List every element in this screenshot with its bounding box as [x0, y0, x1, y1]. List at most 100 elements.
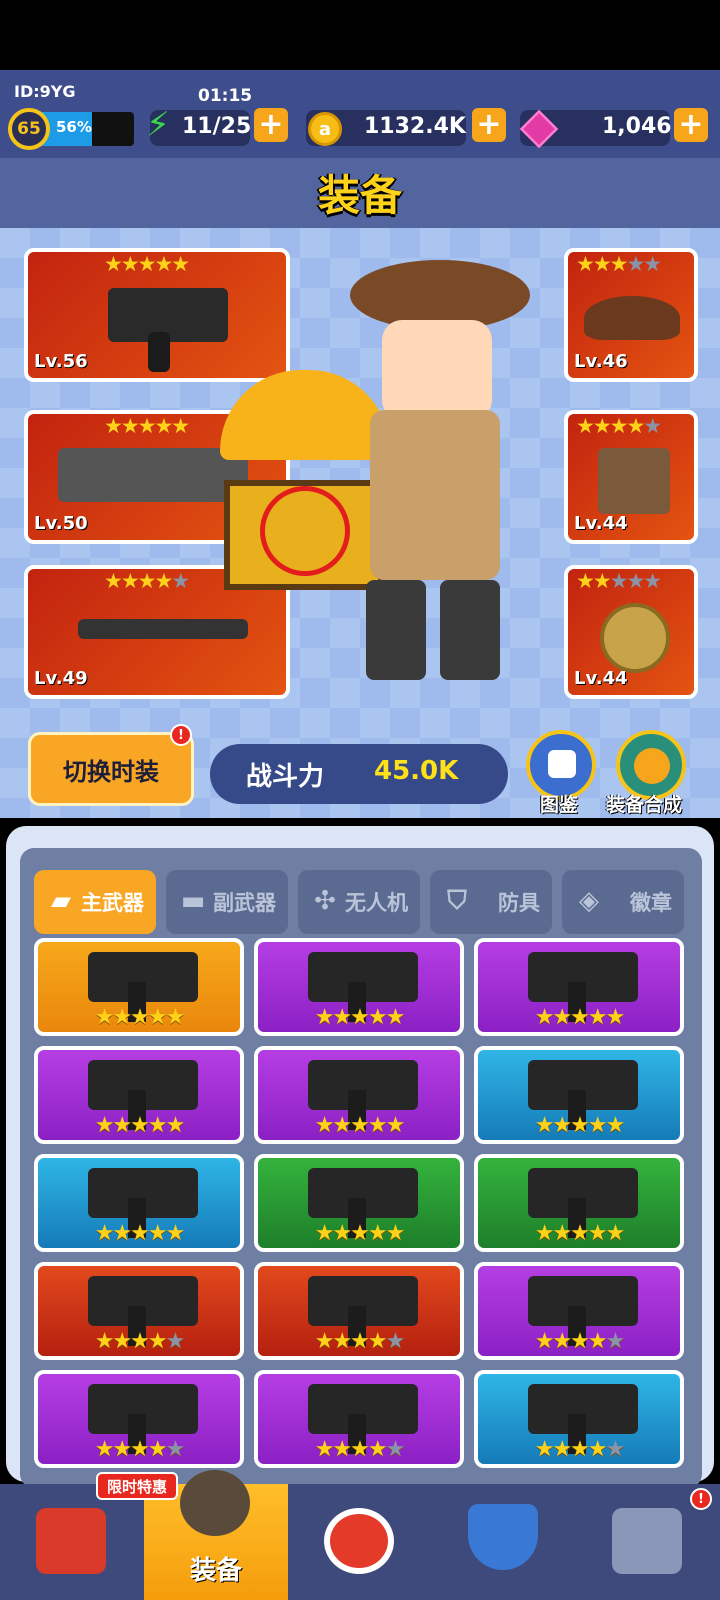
inventory-item[interactable]: ★★★★★	[474, 1262, 684, 1360]
inventory-item[interactable]: ★★★★★	[254, 1262, 464, 1360]
inventory-item[interactable]: ★★★★★	[474, 1046, 684, 1144]
weapon-icon	[528, 952, 638, 1022]
weapon-icon	[308, 1060, 418, 1130]
slot-stars: ★★★★★	[576, 252, 662, 276]
nav-shop[interactable]	[0, 1484, 144, 1600]
nav-rank[interactable]	[432, 1484, 576, 1600]
tab-drone[interactable]: ✣ 无人机	[298, 870, 420, 934]
inventory-item[interactable]: ★★★★★	[474, 1154, 684, 1252]
item-stars: ★★★★★	[534, 1329, 626, 1354]
tab-label: 副武器	[213, 891, 276, 915]
codex-icon	[548, 750, 576, 778]
character-face-icon	[382, 320, 492, 420]
slot-level: Lv.44	[574, 513, 628, 534]
item-stars: ★★★★★	[314, 1221, 406, 1246]
item-stars: ★★★★★	[534, 1221, 626, 1246]
slot-stars: ★★★★★	[104, 414, 190, 438]
slot-level: Lv.44	[574, 668, 628, 689]
arsenal-alert-badge: !	[690, 1488, 712, 1510]
item-stars: ★★★★★	[534, 1113, 626, 1138]
switch-outfit-button[interactable]: 切换时装	[28, 732, 194, 806]
coin-icon: a	[308, 112, 342, 146]
energy-timer: 01:15	[198, 86, 253, 106]
tab-label: 防具	[498, 891, 540, 915]
slot-armor[interactable]: ★★★★★ Lv.44	[564, 410, 698, 544]
inventory-item[interactable]: ★★★★★	[254, 1046, 464, 1144]
character-preview[interactable]	[220, 250, 560, 690]
slot-level: Lv.50	[34, 513, 88, 534]
player-level[interactable]: 65	[8, 108, 50, 150]
codex-label: 图鉴	[540, 794, 579, 816]
hat-icon	[584, 296, 680, 340]
add-gem-button[interactable]: +	[674, 108, 708, 142]
item-stars: ★★★★★	[314, 1005, 406, 1030]
inventory-item[interactable]: ★★★★★	[254, 1154, 464, 1252]
medal-icon: ◈	[579, 886, 599, 916]
tab-secondary-weapon[interactable]: ▬ 副武器	[166, 870, 288, 934]
weapon-icon	[308, 952, 418, 1022]
weapon-icon	[528, 1384, 638, 1454]
weapon-icon	[308, 1276, 418, 1346]
item-stars: ★★★★★	[314, 1329, 406, 1354]
target-icon	[324, 1508, 394, 1574]
shop-icon	[36, 1508, 106, 1574]
add-coin-button[interactable]: +	[472, 108, 506, 142]
shield-icon: ⛉	[447, 886, 467, 916]
promo-badge[interactable]: 限时特惠	[96, 1472, 178, 1500]
inventory-item[interactable]: ★★★★★	[254, 1370, 464, 1468]
slot-stars: ★★★★★	[576, 569, 662, 593]
weapon-icon	[528, 1060, 638, 1130]
energy-icon: ⚡	[146, 105, 170, 145]
inventory-item[interactable]: ★★★★★	[34, 1046, 244, 1144]
slot-level: Lv.49	[34, 668, 88, 689]
drone-icon	[78, 619, 248, 639]
weapon-icon	[88, 952, 198, 1022]
coin-value: 1132.4K	[364, 114, 466, 139]
item-stars: ★★★★★	[94, 1113, 186, 1138]
slot-badge[interactable]: ★★★★★ Lv.44	[564, 565, 698, 699]
add-energy-button[interactable]: +	[254, 108, 288, 142]
tab-label: 徽章	[630, 891, 672, 915]
tab-primary-weapon[interactable]: ▰ 主武器	[34, 870, 156, 934]
weapon-icon	[308, 1168, 418, 1238]
slot-stars: ★★★★★	[104, 252, 190, 276]
tab-label: 主武器	[81, 891, 144, 915]
armor-icon	[598, 448, 670, 514]
nav-battle[interactable]	[288, 1484, 432, 1600]
slot-hat[interactable]: ★★★★★ Lv.46	[564, 248, 698, 382]
item-stars: ★★★★★	[534, 1005, 626, 1030]
slot-stars: ★★★★★	[576, 414, 662, 438]
item-stars: ★★★★★	[94, 1005, 186, 1030]
item-stars: ★★★★★	[94, 1329, 186, 1354]
inventory-item[interactable]: ★★★★★	[254, 938, 464, 1036]
weapon-icon	[88, 1060, 198, 1130]
inventory-item[interactable]: ★★★★★	[34, 1262, 244, 1360]
weapon-icon	[528, 1276, 638, 1346]
item-stars: ★★★★★	[94, 1437, 186, 1462]
inventory-item[interactable]: ★★★★★	[34, 1154, 244, 1252]
rank-shield-icon	[468, 1504, 538, 1570]
weapon-icon	[88, 1384, 198, 1454]
page-title: 装备	[317, 171, 402, 220]
recycle-icon	[634, 748, 670, 784]
rocket-launcher-icon	[58, 448, 248, 502]
slot-level: Lv.56	[34, 351, 88, 372]
item-stars: ★★★★★	[314, 1113, 406, 1138]
inventory-item[interactable]: ★★★★★	[34, 938, 244, 1036]
weapon-icon	[88, 1276, 198, 1346]
synthesis-label: 装备合成	[606, 794, 683, 816]
tab-badge[interactable]: ◈ 徽章	[562, 870, 684, 934]
inventory-item[interactable]: ★★★★★	[474, 938, 684, 1036]
character-leg-left-icon	[366, 580, 426, 680]
slot-stars: ★★★★★	[104, 569, 190, 593]
inventory-item[interactable]: ★★★★★	[34, 1370, 244, 1468]
slot-primary-weapon[interactable]: ★★★★★ Lv.56	[24, 248, 290, 382]
item-stars: ★★★★★	[314, 1437, 406, 1462]
tab-armor[interactable]: ⛉ 防具	[430, 870, 552, 934]
outfit-alert-badge: !	[170, 724, 192, 746]
xp-percent: 56%	[56, 118, 92, 136]
weapon-icon	[308, 1384, 418, 1454]
equipment-icon	[180, 1470, 250, 1536]
character-body-icon	[370, 410, 500, 580]
inventory-item[interactable]: ★★★★★	[474, 1370, 684, 1468]
